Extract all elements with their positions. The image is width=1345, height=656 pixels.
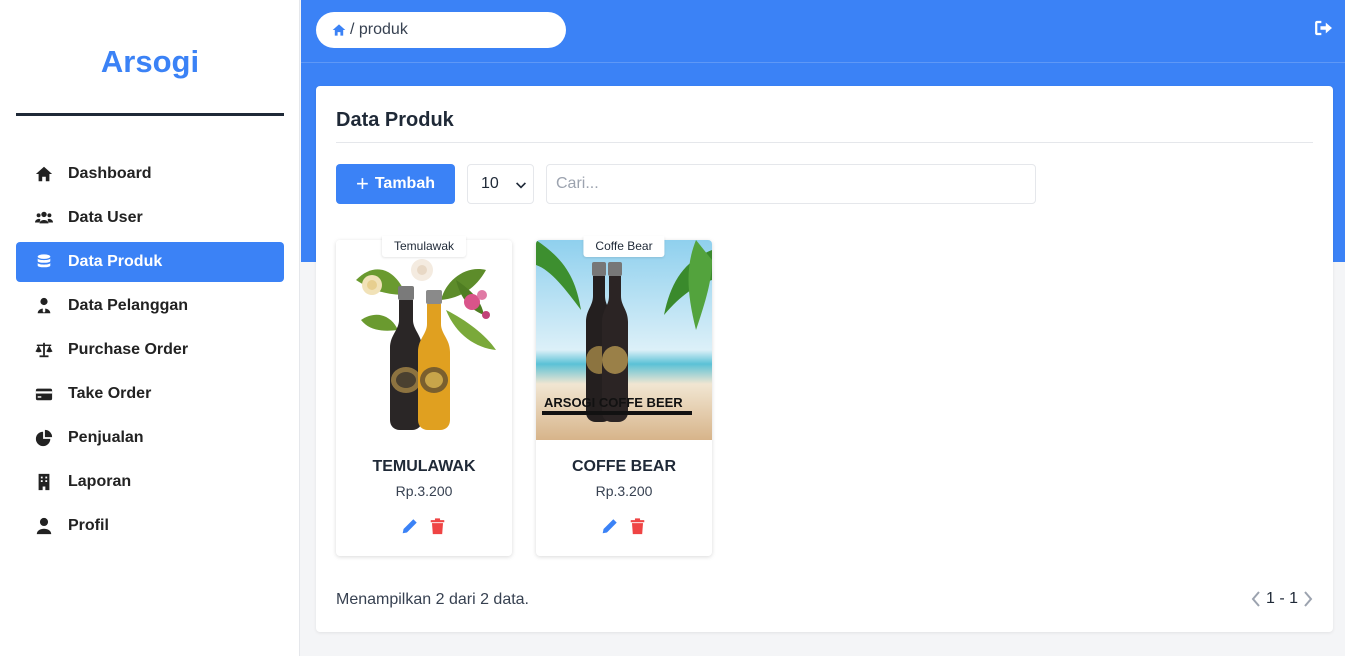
breadcrumb: / produk: [316, 12, 566, 48]
pagination-label: 1 - 1: [1265, 590, 1298, 607]
chevron-right-icon[interactable]: [1301, 590, 1315, 608]
database-icon: [34, 252, 54, 272]
sidebar-item-label: Take Order: [68, 385, 152, 402]
product-card-panel: Data Produk + Tambah 10 Cari... Temulawa…: [316, 86, 1333, 632]
brand-divider: [16, 113, 284, 116]
page-title: Data Produk: [336, 109, 454, 131]
edit-icon[interactable]: [401, 518, 419, 536]
sidebar-item-label: Profil: [68, 517, 109, 534]
sidebar-item-label: Data Produk: [68, 253, 163, 270]
sidebar-item-penjualan[interactable]: Penjualan: [16, 418, 284, 458]
product-name: COFFE BEAR: [572, 458, 676, 475]
page-size-select[interactable]: 10: [467, 164, 534, 204]
sidebar-item-label: Data User: [68, 209, 143, 226]
product-image[interactable]: [336, 240, 512, 440]
page-size-value: 10: [481, 175, 499, 192]
product-tag: Coffe Bear: [583, 236, 665, 257]
home-icon[interactable]: [332, 23, 346, 37]
credit-card-icon: [34, 384, 54, 404]
sidebar-item-laporan[interactable]: Laporan: [16, 462, 284, 502]
chevron-down-icon: [515, 179, 527, 191]
results-summary: Menampilkan 2 dari 2 data.: [336, 591, 529, 608]
sidebar-item-label: Purchase Order: [68, 341, 189, 358]
sidebar-item-data-pelanggan[interactable]: Data Pelanggan: [16, 286, 284, 326]
sidebar-item-profil[interactable]: Profil: [16, 506, 284, 546]
building-icon: [34, 472, 54, 492]
chevron-left-icon[interactable]: [1249, 590, 1263, 608]
sidebar-item-label: Laporan: [68, 473, 132, 490]
product-actions: [336, 518, 512, 536]
scale-icon: [34, 340, 54, 360]
sidebar-menu: Dashboard Data User Data Produk Data Pel…: [16, 154, 284, 550]
logout-button[interactable]: [1315, 20, 1335, 38]
home-icon: [34, 164, 54, 184]
sign-out-icon: [1315, 20, 1333, 40]
pie-chart-icon: [34, 428, 54, 448]
pagination: 1 - 1: [1249, 590, 1315, 608]
product-image-caption: ARSOGI COFFE BEER: [544, 395, 683, 410]
sidebar-item-data-produk[interactable]: Data Produk: [16, 242, 284, 282]
add-button-label: Tambah: [374, 175, 435, 192]
trash-icon[interactable]: [629, 518, 647, 536]
users-icon: [34, 208, 54, 228]
product-price: Rp.3.200: [595, 483, 653, 499]
search-input[interactable]: [546, 164, 1036, 204]
sidebar-item-data-user[interactable]: Data User: [16, 198, 284, 238]
sidebar-item-label: Dashboard: [68, 165, 152, 182]
header-divider: [301, 62, 1345, 63]
breadcrumb-path: / produk: [350, 21, 408, 38]
sidebar-item-purchase-order[interactable]: Purchase Order: [16, 330, 284, 370]
product-tag: Temulawak: [381, 236, 467, 257]
plus-icon: +: [355, 171, 369, 196]
brand-logo[interactable]: Arsogi: [16, 44, 284, 80]
product-name: TEMULAWAK: [372, 458, 476, 475]
sidebar-item-label: Data Pelanggan: [68, 297, 189, 314]
user-icon: [34, 516, 54, 536]
user-tie-icon: [34, 296, 54, 316]
sidebar-item-dashboard[interactable]: Dashboard: [16, 154, 284, 194]
sidebar-item-take-order[interactable]: Take Order: [16, 374, 284, 414]
add-button[interactable]: + Tambah: [336, 164, 455, 204]
sidebar: Arsogi Dashboard Data User Data Produk D…: [0, 0, 300, 656]
edit-icon[interactable]: [601, 518, 619, 536]
product-image[interactable]: ARSOGI COFFE BEER: [536, 240, 712, 440]
title-divider: [336, 142, 1313, 143]
product-price: Rp.3.200: [395, 483, 453, 499]
product-card[interactable]: Temulawak TEMULAWAK Rp.3.200: [336, 236, 512, 556]
product-card[interactable]: ARSOGI COFFE BEER Coffe Bear COFFE BEAR …: [536, 236, 712, 556]
trash-icon[interactable]: [429, 518, 447, 536]
sidebar-item-label: Penjualan: [68, 429, 144, 446]
product-actions: [536, 518, 712, 536]
